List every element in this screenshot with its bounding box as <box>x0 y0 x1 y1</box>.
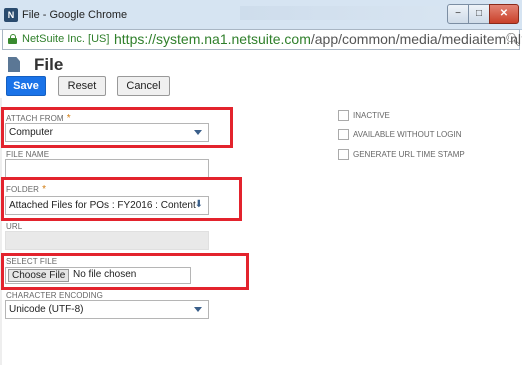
generate-url-time-stamp-checkbox[interactable] <box>338 149 349 160</box>
file-name-input[interactable] <box>5 159 209 178</box>
window-title: File - Google Chrome <box>22 9 128 21</box>
reset-button[interactable]: Reset <box>58 76 106 96</box>
annotation-box-folder <box>1 177 242 221</box>
available-without-login-checkbox[interactable] <box>338 129 349 140</box>
cancel-button[interactable]: Cancel <box>117 76 170 96</box>
generate-url-time-stamp-label: GENERATE URL TIME STAMP <box>353 150 465 159</box>
lock-icon <box>8 34 17 44</box>
close-window-button[interactable]: ✕ <box>489 4 519 24</box>
file-page-icon <box>8 57 20 72</box>
address-bar[interactable]: NetSuite Inc. [US] https://system.na1.ne… <box>2 29 522 50</box>
minimize-button[interactable]: − <box>447 4 469 24</box>
url-field <box>5 231 209 250</box>
annotation-box-select-file <box>1 253 249 290</box>
inactive-checkbox[interactable] <box>338 110 349 121</box>
maximize-button[interactable]: □ <box>468 4 490 24</box>
chevron-down-icon <box>194 307 202 312</box>
url-label: URL <box>6 222 23 231</box>
certificate-label[interactable]: NetSuite Inc. [US] <box>22 33 109 45</box>
available-without-login-label: AVAILABLE WITHOUT LOGIN <box>353 130 462 139</box>
annotation-box-attach-from <box>1 107 233 148</box>
character-encoding-label: CHARACTER ENCODING <box>6 291 103 300</box>
url-path: /app/common/media/mediaitem.nl? <box>310 31 522 47</box>
window-titlebar: N File - Google Chrome − □ ✕ <box>0 0 522 30</box>
background-tabs <box>240 6 440 20</box>
url-host: https://system.na1.netsuite.com <box>114 31 311 47</box>
file-name-label: FILE NAME <box>6 150 50 159</box>
save-button[interactable]: Save <box>6 76 46 96</box>
netsuite-app-icon: N <box>4 8 18 22</box>
url-text[interactable]: https://system.na1.netsuite.com/app/comm… <box>114 31 522 47</box>
page-title: File <box>34 55 64 74</box>
character-encoding-select[interactable]: Unicode (UTF-8) <box>5 300 209 319</box>
inactive-label: INACTIVE <box>353 111 390 120</box>
character-encoding-value: Unicode (UTF-8) <box>9 304 84 315</box>
zoom-icon[interactable]: 🔍︎ <box>505 32 522 48</box>
